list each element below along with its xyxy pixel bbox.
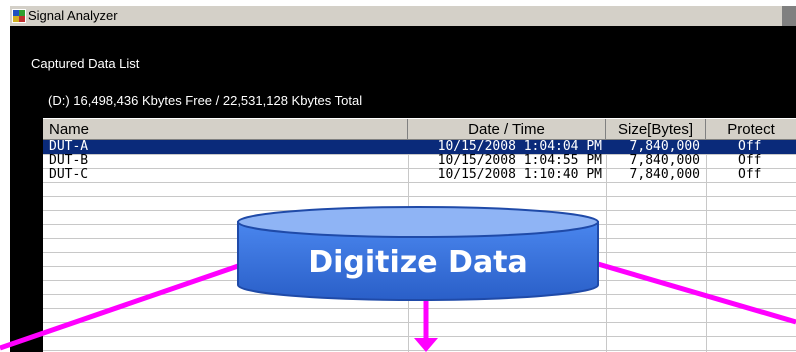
- column-header-name[interactable]: Name: [43, 119, 408, 141]
- cell-date-time: 10/15/2008 1:04:55 PM: [437, 153, 602, 168]
- row-divider: [43, 294, 796, 295]
- table-header: Name Date / Time Size[Bytes] Protect: [43, 118, 796, 141]
- row-divider: [43, 182, 796, 183]
- column-header-size[interactable]: Size[Bytes]: [606, 119, 706, 141]
- cell-size: 7,840,000: [629, 153, 700, 168]
- cell-protect: Off: [738, 139, 762, 154]
- row-divider: [43, 350, 796, 351]
- row-divider: [43, 322, 796, 323]
- cell-size: 7,840,000: [629, 167, 700, 182]
- cell-name: DUT-C: [49, 167, 89, 182]
- captured-data-table: Name Date / Time Size[Bytes] Protect DUT…: [43, 118, 796, 352]
- cell-name: DUT-A: [49, 139, 89, 154]
- row-divider: [43, 238, 796, 239]
- row-divider: [43, 280, 796, 281]
- table-row[interactable]: DUT-C 10/15/2008 1:10:40 PM 7,840,000 Of…: [43, 168, 796, 182]
- cell-size: 7,840,000: [629, 139, 700, 154]
- cell-protect: Off: [738, 167, 762, 182]
- column-header-date-time[interactable]: Date / Time: [408, 119, 606, 141]
- table-row[interactable]: DUT-A 10/15/2008 1:04:04 PM 7,840,000 Of…: [43, 140, 796, 154]
- digitize-data-label: Digitize Data: [308, 245, 528, 280]
- disk-space-info: (D:) 16,498,436 Kbytes Free / 22,531,128…: [48, 93, 363, 108]
- row-divider: [43, 224, 796, 225]
- captured-data-list-title: Captured Data List: [31, 56, 140, 71]
- app-icon: [12, 9, 26, 23]
- row-divider: [43, 308, 796, 309]
- row-divider: [43, 336, 796, 337]
- column-header-protect[interactable]: Protect: [706, 119, 796, 141]
- row-divider: [43, 196, 796, 197]
- cell-date-time: 10/15/2008 1:10:40 PM: [437, 167, 602, 182]
- cell-date-time: 10/15/2008 1:04:04 PM: [437, 139, 602, 154]
- cell-protect: Off: [738, 153, 762, 168]
- row-divider: [43, 210, 796, 211]
- table-row[interactable]: DUT-B 10/15/2008 1:04:55 PM 7,840,000 Of…: [43, 154, 796, 168]
- window-control[interactable]: [782, 6, 796, 26]
- title-bar[interactable]: Signal Analyzer: [10, 6, 796, 26]
- window-title: Signal Analyzer: [28, 8, 118, 23]
- cell-name: DUT-B: [49, 153, 89, 168]
